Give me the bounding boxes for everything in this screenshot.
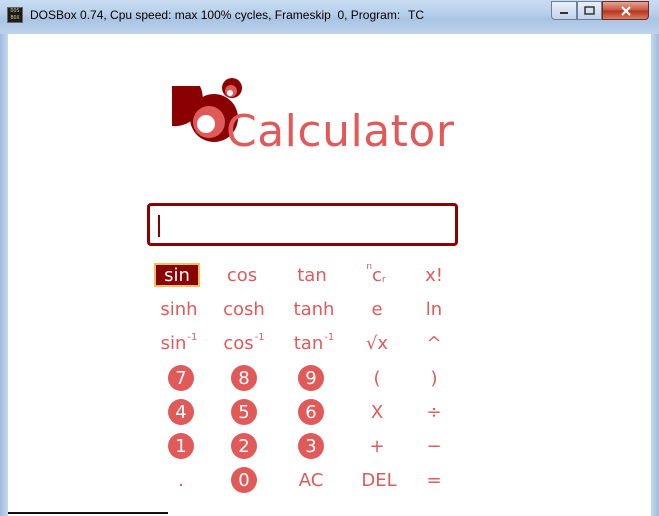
- digit-6-label: 6: [305, 401, 317, 423]
- digit-7-button[interactable]: 7: [168, 365, 194, 391]
- sqrt-button[interactable]: √x: [354, 331, 400, 355]
- screen-artifact-line: [8, 512, 168, 514]
- ncr-r-label: r: [381, 275, 386, 285]
- add-button[interactable]: +: [354, 434, 400, 458]
- sinh-label: sinh: [160, 298, 198, 320]
- all-clear-button[interactable]: AC: [288, 468, 334, 492]
- digit-6-button[interactable]: 6: [298, 399, 324, 425]
- right-paren-label: ): [430, 367, 438, 389]
- digit-2-label: 2: [238, 435, 250, 457]
- cosh-button[interactable]: cosh: [221, 297, 267, 321]
- maximize-button[interactable]: [577, 1, 602, 20]
- text-cursor: [158, 215, 160, 237]
- close-button[interactable]: [602, 1, 649, 20]
- arctan-label: tan: [293, 332, 324, 354]
- sinh-button[interactable]: sinh: [156, 297, 202, 321]
- digit-9-label: 9: [305, 367, 317, 389]
- decimal-label: .: [178, 469, 184, 491]
- left-paren-button[interactable]: (: [354, 366, 400, 390]
- digit-5-button[interactable]: 5: [231, 399, 257, 425]
- equals-button[interactable]: =: [411, 468, 457, 492]
- window-frame-left: [0, 34, 8, 516]
- digit-0-label: 0: [238, 469, 250, 491]
- arctan-button[interactable]: tan -1: [291, 331, 337, 355]
- ncr-button[interactable]: ncr: [353, 262, 399, 287]
- cos-label: cos: [226, 264, 258, 286]
- divide-button[interactable]: ÷: [411, 400, 457, 424]
- minimize-button[interactable]: [551, 1, 577, 20]
- arccos-button[interactable]: cos -1: [221, 331, 267, 355]
- subtract-button[interactable]: −: [411, 434, 457, 458]
- digit-1-button[interactable]: 1: [168, 433, 194, 459]
- power-button[interactable]: ^: [411, 331, 457, 355]
- divide-label: ÷: [426, 401, 442, 423]
- digit-2-button[interactable]: 2: [231, 433, 257, 459]
- ln-button[interactable]: ln: [411, 297, 457, 321]
- digit-0-button[interactable]: 0: [231, 467, 257, 493]
- arccos-label: cos: [223, 332, 254, 354]
- tan-label: tan: [297, 264, 327, 286]
- right-paren-button[interactable]: ): [411, 366, 457, 390]
- arccos-exp: -1: [254, 331, 265, 343]
- digit-9-button[interactable]: 9: [298, 365, 324, 391]
- subtract-label: −: [426, 435, 442, 457]
- arcsin-label: sin: [160, 332, 187, 354]
- digit-7-label: 7: [175, 367, 187, 389]
- cosh-label: cosh: [223, 298, 265, 320]
- digit-8-button[interactable]: 8: [231, 365, 257, 391]
- ncr-c-label: c: [372, 264, 382, 286]
- close-icon: [620, 5, 631, 16]
- delete-button[interactable]: DEL: [356, 468, 402, 492]
- all-clear-label: AC: [298, 469, 324, 491]
- dosbox-screen[interactable]: Calculator sin cos tan ncr x! sinh cosh …: [8, 34, 651, 516]
- cos-button[interactable]: cos: [219, 263, 265, 287]
- decimal-button[interactable]: .: [158, 468, 204, 492]
- multiply-label: X: [370, 401, 384, 423]
- dosbox-icon: DOS BOX: [7, 7, 23, 23]
- power-label: ^: [426, 332, 442, 354]
- digit-3-button[interactable]: 3: [298, 433, 324, 459]
- ln-label: ln: [425, 298, 443, 320]
- logo-title: Calculator: [226, 106, 455, 157]
- sqrt-label: √x: [365, 332, 389, 354]
- delete-label: DEL: [361, 469, 397, 491]
- ncr-n-label: n: [366, 262, 373, 272]
- digit-1-label: 1: [175, 435, 187, 457]
- digit-3-label: 3: [305, 435, 317, 457]
- minimize-icon: [560, 11, 568, 14]
- e-button[interactable]: e: [354, 297, 400, 321]
- arcsin-exp: -1: [187, 331, 198, 343]
- arctan-exp: -1: [324, 331, 335, 343]
- factorial-button[interactable]: x!: [411, 263, 457, 287]
- calculator-display[interactable]: [147, 203, 458, 246]
- factorial-label: x!: [425, 264, 443, 286]
- e-label: e: [371, 298, 383, 320]
- add-label: +: [369, 435, 385, 457]
- left-paren-label: (: [373, 367, 381, 389]
- tanh-button[interactable]: tanh: [291, 297, 337, 321]
- arcsin-button[interactable]: sin -1: [156, 331, 202, 355]
- digit-4-button[interactable]: 4: [168, 399, 194, 425]
- window-title: DOSBox 0.74, Cpu speed: max 100% cycles,…: [30, 8, 401, 22]
- title-bar[interactable]: DOS BOX DOSBox 0.74, Cpu speed: max 100%…: [0, 0, 659, 34]
- sin-button[interactable]: sin: [154, 263, 200, 287]
- digit-5-label: 5: [238, 401, 250, 423]
- sin-label: sin: [164, 264, 190, 286]
- maximize-icon: [583, 5, 595, 15]
- equals-label: =: [426, 469, 442, 491]
- tanh-label: tanh: [293, 298, 335, 320]
- window-frame-right: [651, 34, 659, 516]
- multiply-button[interactable]: X: [354, 400, 400, 424]
- tan-button[interactable]: tan: [289, 263, 335, 287]
- digit-4-label: 4: [175, 401, 187, 423]
- digit-8-label: 8: [238, 367, 250, 389]
- program-name: TC: [408, 8, 424, 22]
